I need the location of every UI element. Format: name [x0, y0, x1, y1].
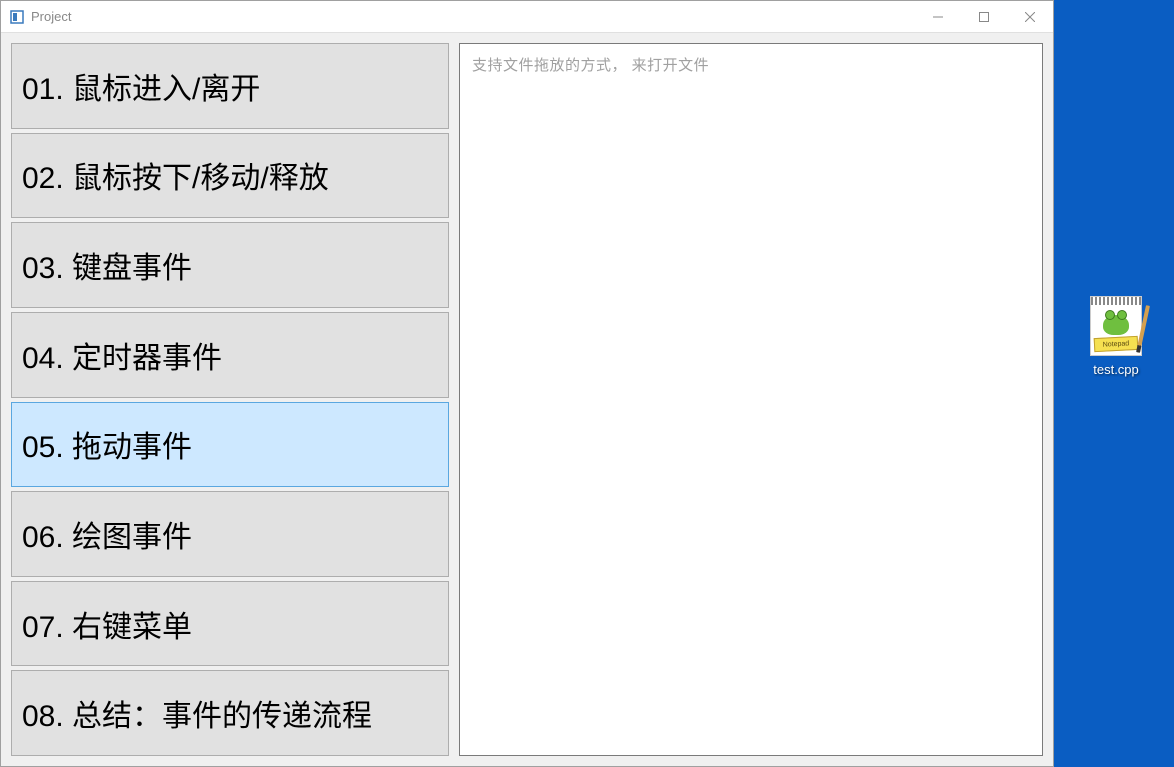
sidebar-item-04[interactable]: 04. 定时器事件 — [11, 312, 449, 398]
sidebar-item-label: 05. 拖动事件 — [22, 422, 192, 466]
close-button[interactable] — [1007, 1, 1053, 32]
minimize-button[interactable] — [915, 1, 961, 32]
app-icon — [9, 9, 25, 25]
app-window: Project 01. 鼠标进入/离开 02. 鼠标按下/移动/释放 03. 键… — [0, 0, 1054, 767]
sidebar-item-label: 03. 键盘事件 — [22, 243, 192, 287]
sidebar-item-label: 08. 总结：事件的传递流程 — [22, 691, 372, 735]
notepad-file-icon: Notepad — [1090, 296, 1142, 356]
window-controls — [915, 1, 1053, 32]
desktop-file-label: test.cpp — [1093, 362, 1139, 377]
sidebar-item-03[interactable]: 03. 键盘事件 — [11, 222, 449, 308]
sidebar-item-label: 07. 右键菜单 — [22, 602, 192, 646]
sidebar-item-06[interactable]: 06. 绘图事件 — [11, 491, 449, 577]
drop-area[interactable]: 支持文件拖放的方式， 来打开文件 — [459, 43, 1043, 756]
window-title: Project — [31, 9, 915, 24]
sidebar-item-08[interactable]: 08. 总结：事件的传递流程 — [11, 670, 449, 756]
titlebar[interactable]: Project — [1, 1, 1053, 33]
sidebar-item-label: 01. 鼠标进入/离开 — [22, 64, 260, 108]
sidebar-item-label: 02. 鼠标按下/移动/释放 — [22, 153, 329, 197]
sidebar-item-05[interactable]: 05. 拖动事件 — [11, 402, 449, 488]
icon-banner: Notepad — [1094, 336, 1139, 352]
sidebar-item-02[interactable]: 02. 鼠标按下/移动/释放 — [11, 133, 449, 219]
desktop-file-icon[interactable]: Notepad test.cpp — [1076, 296, 1156, 377]
sidebar: 01. 鼠标进入/离开 02. 鼠标按下/移动/释放 03. 键盘事件 04. … — [11, 43, 449, 756]
sidebar-item-07[interactable]: 07. 右键菜单 — [11, 581, 449, 667]
sidebar-item-01[interactable]: 01. 鼠标进入/离开 — [11, 43, 449, 129]
sidebar-item-label: 04. 定时器事件 — [22, 333, 222, 377]
drop-placeholder: 支持文件拖放的方式， 来打开文件 — [472, 54, 1030, 75]
maximize-button[interactable] — [961, 1, 1007, 32]
sidebar-item-label: 06. 绘图事件 — [22, 512, 192, 556]
window-body: 01. 鼠标进入/离开 02. 鼠标按下/移动/释放 03. 键盘事件 04. … — [1, 33, 1053, 766]
